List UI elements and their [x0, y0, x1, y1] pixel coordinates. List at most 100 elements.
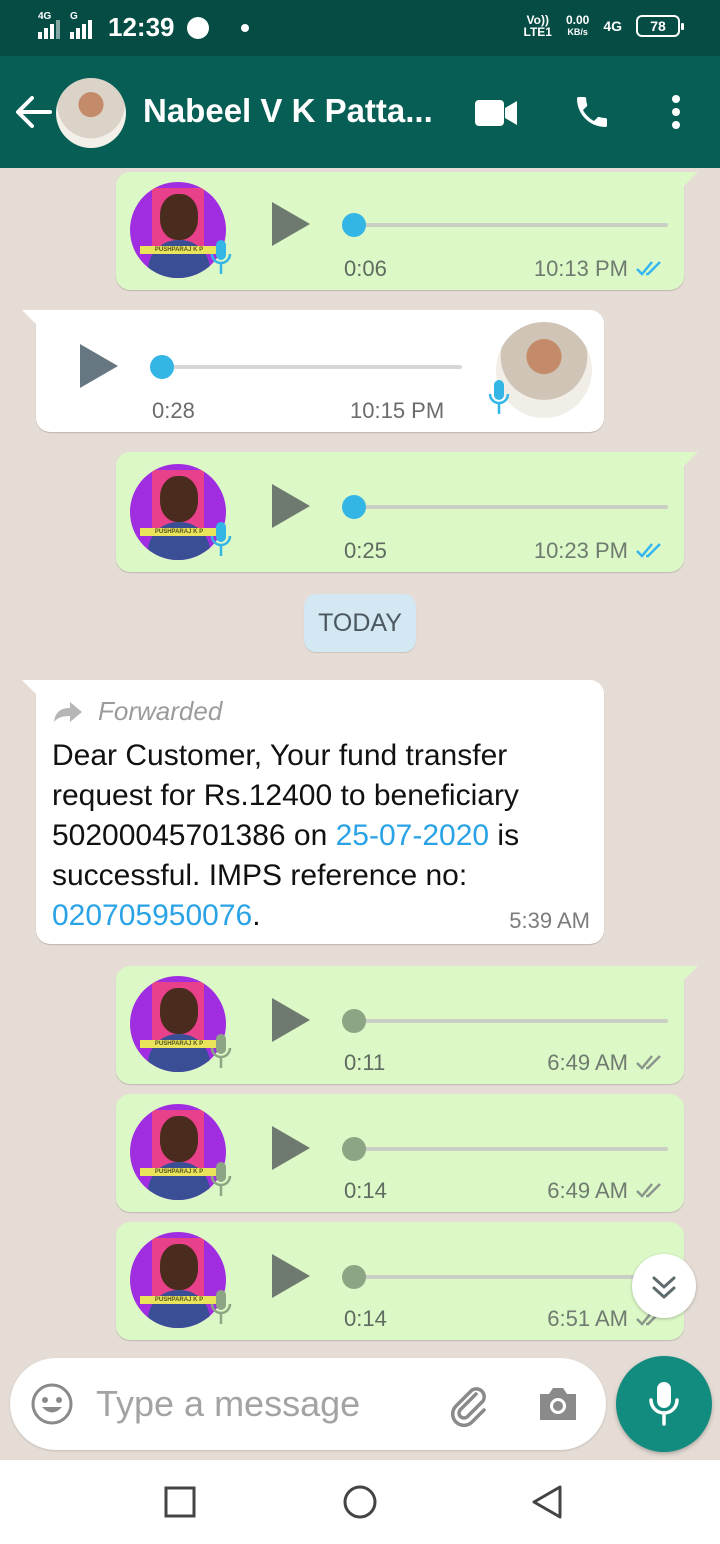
- battery-level: 78: [650, 18, 666, 34]
- network-type: 4G: [603, 18, 622, 34]
- sim1-label: 4G: [38, 10, 52, 22]
- chat-header: Nabeel V K Patta...: [0, 56, 720, 168]
- camera-icon[interactable]: [536, 1384, 580, 1424]
- audio-progress-track[interactable]: [354, 1019, 668, 1023]
- avatar-band-text: PUSHPARAJ K P: [140, 1168, 218, 1176]
- message-time: 10:13 PM: [533, 256, 628, 281]
- voice-duration: 0:06: [344, 256, 387, 281]
- audio-seek-knob[interactable]: [342, 1265, 366, 1289]
- play-icon[interactable]: [272, 1254, 310, 1298]
- bubble-tail: [682, 966, 698, 982]
- text-message-incoming[interactable]: Forwarded Dear Customer, Your fund trans…: [22, 680, 604, 944]
- voice-message-outgoing[interactable]: PUSHPARAJ K P 0:06 10:13 PM: [116, 172, 698, 290]
- mic-icon: [210, 1034, 232, 1068]
- back-triangle-icon[interactable]: [530, 1484, 564, 1520]
- avatar-band-text: PUSHPARAJ K P: [140, 528, 218, 536]
- bubble-tail: [682, 172, 698, 188]
- forwarded-label: Forwarded: [52, 696, 222, 727]
- voice-duration: 0:11: [344, 1050, 386, 1075]
- data-saver-icon: [186, 16, 209, 39]
- voice-message-outgoing[interactable]: PUSHPARAJ K P 0:11 6:49 AM: [116, 966, 698, 1084]
- battery-icon: 78: [636, 15, 684, 37]
- sender-avatar: [496, 322, 592, 418]
- contact-name[interactable]: Nabeel V K Patta...: [143, 92, 443, 130]
- message-time: 6:49 AM: [547, 1050, 628, 1075]
- message-time: 5:39 AM: [509, 908, 590, 933]
- mic-icon: [488, 380, 510, 414]
- avatar-band-text: PUSHPARAJ K P: [140, 1296, 218, 1304]
- voice-duration: 0:14: [344, 1306, 387, 1331]
- play-icon[interactable]: [80, 344, 118, 388]
- message-input[interactable]: [96, 1380, 416, 1428]
- mic-icon: [210, 522, 232, 556]
- mic-icon: [210, 240, 232, 274]
- speed-unit: KB/s: [567, 27, 588, 37]
- attach-icon[interactable]: [446, 1382, 492, 1428]
- recents-square-icon[interactable]: [164, 1486, 196, 1518]
- scroll-to-bottom-button[interactable]: [632, 1254, 696, 1318]
- status-bar: 4G G 12:39 Vo)) LTE1 0.00 KB/s 4G 78: [0, 0, 720, 56]
- forwarded-text: Forwarded: [98, 696, 223, 726]
- read-ticks-icon: [636, 261, 661, 276]
- audio-progress-track[interactable]: [162, 365, 462, 369]
- voice-duration: 0:25: [344, 538, 387, 563]
- volte-indicator: Vo)) LTE1: [524, 14, 552, 38]
- avatar-band-text: PUSHPARAJ K P: [140, 1040, 218, 1048]
- mic-icon: [210, 1290, 232, 1324]
- play-icon[interactable]: [272, 484, 310, 528]
- lte-label: LTE1: [523, 25, 552, 39]
- message-body: Dear Customer, Your fund transfer reques…: [52, 736, 602, 936]
- date-separator: TODAY: [304, 594, 416, 652]
- voice-duration: 0:28: [152, 398, 195, 423]
- bubble-tail: [682, 452, 698, 468]
- voice-record-button[interactable]: [616, 1356, 712, 1452]
- sim1-signal-icon: 4G: [38, 11, 60, 39]
- contact-avatar[interactable]: [56, 78, 126, 148]
- phone-icon[interactable]: [572, 92, 612, 132]
- voice-message-incoming[interactable]: 0:28 10:15 PM: [22, 310, 604, 432]
- play-icon[interactable]: [272, 202, 310, 246]
- message-time: 6:49 AM: [547, 1178, 628, 1203]
- back-arrow-icon[interactable]: [14, 94, 52, 130]
- audio-progress-track[interactable]: [354, 505, 668, 509]
- avatar-band-text: PUSHPARAJ K P: [140, 246, 218, 254]
- bubble-tail: [22, 680, 38, 696]
- audio-seek-knob[interactable]: [150, 355, 174, 379]
- mic-icon: [210, 1162, 232, 1196]
- system-nav-bar: [0, 1460, 720, 1544]
- date-link[interactable]: 25-07-2020: [336, 819, 489, 852]
- notification-dot-icon: [240, 23, 249, 32]
- home-circle-icon[interactable]: [342, 1484, 378, 1520]
- audio-progress-track[interactable]: [354, 1275, 668, 1279]
- bubble-tail: [22, 310, 38, 326]
- reference-link[interactable]: 020705950076: [52, 899, 252, 932]
- message-time: 10:23 PM: [533, 538, 628, 563]
- play-icon[interactable]: [272, 1126, 310, 1170]
- audio-seek-knob[interactable]: [342, 495, 366, 519]
- double-chevron-down-icon: [652, 1276, 676, 1299]
- mic-icon: [649, 1382, 679, 1426]
- clock: 12:39: [108, 12, 175, 42]
- audio-seek-knob[interactable]: [342, 1009, 366, 1033]
- forward-arrow-icon: [54, 701, 82, 722]
- play-icon[interactable]: [272, 998, 310, 1042]
- audio-progress-track[interactable]: [354, 1147, 668, 1151]
- audio-seek-knob[interactable]: [342, 1137, 366, 1161]
- video-call-icon[interactable]: [474, 98, 518, 128]
- voice-message-outgoing[interactable]: PUSHPARAJ K P 0:14 6:49 AM: [116, 1094, 684, 1212]
- delivered-ticks-icon: [636, 1055, 661, 1070]
- message-composer: [10, 1358, 606, 1450]
- status-right: Vo)) LTE1 0.00 KB/s 4G 78: [524, 14, 684, 38]
- more-vert-icon[interactable]: [668, 94, 684, 130]
- voice-message-outgoing[interactable]: PUSHPARAJ K P 0:25 10:23 PM: [116, 452, 698, 572]
- message-text: .: [252, 899, 261, 932]
- status-left: 4G G 12:39: [38, 11, 249, 43]
- voice-duration: 0:14: [344, 1178, 387, 1203]
- emoji-icon[interactable]: [30, 1382, 74, 1426]
- voice-message-outgoing[interactable]: PUSHPARAJ K P 0:14 6:51 AM: [116, 1222, 684, 1340]
- audio-seek-knob[interactable]: [342, 213, 366, 237]
- network-speed: 0.00 KB/s: [566, 14, 589, 38]
- read-ticks-icon: [636, 543, 661, 558]
- message-time: 10:15 PM: [350, 398, 445, 423]
- audio-progress-track[interactable]: [354, 223, 668, 227]
